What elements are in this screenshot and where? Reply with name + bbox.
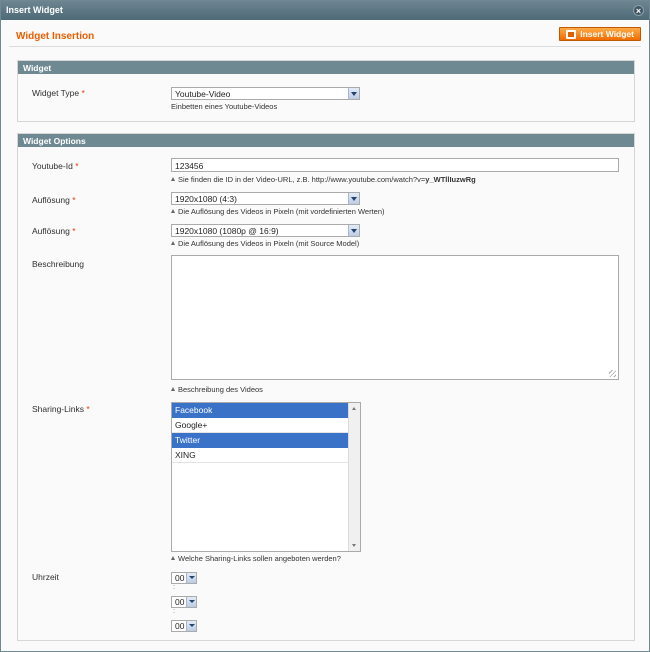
- insert-widget-dialog: Insert Widget × Widget Insertion Insert …: [0, 0, 650, 652]
- widget-type-value: Youtube-Video: [175, 89, 231, 99]
- content-header: Widget Insertion Insert Widget: [9, 27, 641, 47]
- chevron-down-icon: [186, 573, 196, 583]
- description-label: Beschreibung: [32, 259, 84, 269]
- widget-fieldset: Widget Widget Type * Youtube-Video Einbe…: [17, 60, 635, 122]
- dialog-title: Insert Widget: [6, 5, 63, 15]
- widget-type-select[interactable]: Youtube-Video: [171, 87, 360, 100]
- insert-widget-button[interactable]: Insert Widget: [559, 27, 641, 41]
- widget-type-label: Widget Type *: [32, 88, 85, 98]
- resolution-source-label: Auflösung *: [32, 226, 76, 236]
- sharing-links-scrollbar[interactable]: [348, 403, 360, 551]
- chevron-down-icon: [348, 193, 359, 204]
- sharing-option-googleplus[interactable]: Google+: [172, 418, 348, 433]
- sharing-links-label: Sharing-Links *: [32, 404, 90, 414]
- insert-widget-button-label: Insert Widget: [580, 29, 634, 39]
- resolution-predefined-hint: Die Auflösung des Videos in Pixeln (mit …: [171, 207, 385, 216]
- time-hour-select[interactable]: 00: [171, 572, 197, 584]
- insert-icon: [566, 30, 576, 39]
- sharing-links-multiselect[interactable]: Facebook Google+ Twitter XING: [171, 402, 361, 552]
- resolution-source-select[interactable]: 1920x1080 (1080p @ 16:9): [171, 224, 360, 237]
- sharing-links-hint: Welche Sharing-Links sollen angeboten we…: [171, 554, 341, 563]
- time-second-select[interactable]: 00: [171, 620, 197, 632]
- resize-grip-icon[interactable]: [609, 370, 616, 377]
- youtube-id-label: Youtube-Id *: [32, 161, 79, 171]
- widget-type-hint: Einbetten eines Youtube-Videos: [171, 102, 278, 111]
- youtube-id-input[interactable]: [171, 158, 619, 172]
- description-hint: Beschreibung des Videos: [171, 385, 263, 394]
- chevron-down-icon: [348, 225, 359, 236]
- close-icon[interactable]: ×: [633, 5, 644, 16]
- hint-arrow-icon: [171, 556, 175, 560]
- youtube-id-hint: Sie finden die ID in der Video-URL, z.B.…: [171, 175, 476, 184]
- scroll-down-icon[interactable]: [349, 540, 360, 551]
- time-separator: :: [173, 584, 175, 591]
- hint-arrow-icon: [171, 387, 175, 391]
- sharing-option-facebook[interactable]: Facebook: [172, 403, 348, 418]
- widget-options-section-title: Widget Options: [18, 134, 634, 147]
- resolution-predefined-label: Auflösung *: [32, 195, 76, 205]
- hint-arrow-icon: [171, 241, 175, 245]
- dialog-titlebar: Insert Widget ×: [1, 1, 649, 20]
- description-textarea[interactable]: [171, 255, 619, 380]
- chevron-down-icon: [186, 621, 196, 631]
- time-separator: :: [173, 608, 175, 615]
- widget-options-fieldset: Widget Options Youtube-Id * Sie finden d…: [17, 133, 635, 641]
- widget-section-title: Widget: [18, 61, 634, 74]
- scroll-up-icon[interactable]: [349, 403, 360, 414]
- required-mark: *: [81, 88, 85, 98]
- page-title: Widget Insertion: [16, 31, 95, 42]
- sharing-option-twitter[interactable]: Twitter: [172, 433, 348, 448]
- hint-arrow-icon: [171, 177, 175, 181]
- time-minute-select[interactable]: 00: [171, 596, 197, 608]
- resolution-source-hint: Die Auflösung des Videos in Pixeln (mit …: [171, 239, 359, 248]
- hint-arrow-icon: [171, 209, 175, 213]
- sharing-option-xing[interactable]: XING: [172, 448, 348, 463]
- resolution-predefined-select[interactable]: 1920x1080 (4:3): [171, 192, 360, 205]
- chevron-down-icon: [186, 597, 196, 607]
- chevron-down-icon: [348, 88, 359, 99]
- time-label: Uhrzeit: [32, 572, 59, 582]
